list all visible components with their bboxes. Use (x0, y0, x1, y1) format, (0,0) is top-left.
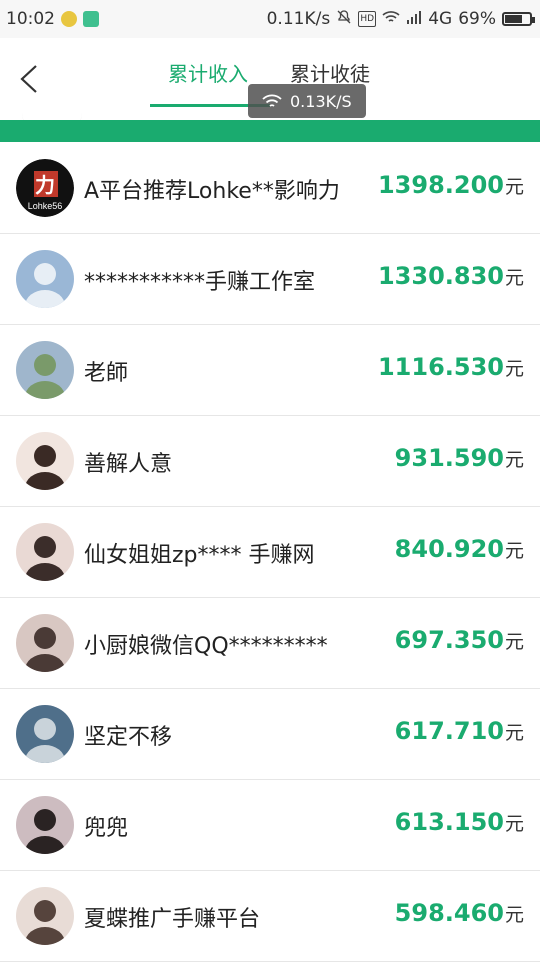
amount-unit: 元 (504, 813, 524, 835)
status-bar: 10:02 0.11K/s HD 4G 69% (0, 0, 540, 38)
speed-toast: 0.13K/S (248, 84, 366, 118)
avatar (16, 523, 74, 581)
user-name: 仙女姐姐zp**** 手赚网 (84, 543, 315, 568)
battery-fill (505, 15, 522, 23)
amount-value: 840.920 (394, 535, 504, 563)
amount-unit: 元 (504, 449, 524, 471)
user-name: 小厨娘微信QQ********* (84, 634, 328, 659)
list-item[interactable]: 小厨娘微信QQ********* 697.350 元 (0, 598, 540, 689)
wifi-icon (262, 94, 282, 107)
avatar (16, 887, 74, 945)
income-amount: 1116.530 元 (378, 353, 524, 381)
amount-value: 931.590 (394, 444, 504, 472)
income-amount: 931.590 元 (395, 444, 524, 472)
user-name: 夏蝶推广手赚平台 (84, 907, 261, 932)
list-item[interactable]: 兜兜 613.150 元 (0, 780, 540, 871)
avatar (16, 796, 74, 854)
income-amount: 840.920 元 (395, 535, 524, 563)
avatar (16, 614, 74, 672)
tab-total-apprentices[interactable]: 累计收徒 (290, 58, 370, 87)
amount-value: 613.150 (394, 808, 504, 836)
back-arrow-icon (20, 65, 37, 93)
back-button[interactable] (18, 64, 40, 94)
wifi-icon (382, 9, 400, 29)
header: 累计收入 累计收徒 0.13K/S (0, 38, 540, 120)
notification-app-icon (83, 11, 99, 27)
income-amount: 1398.200 元 (378, 171, 524, 199)
amount-value: 697.350 (394, 626, 504, 654)
amount-unit: 元 (504, 631, 524, 653)
avatar (16, 432, 74, 490)
user-name: A平台推荐Lohke**影响力 (84, 179, 340, 204)
notification-coin-icon (61, 11, 77, 27)
green-banner (0, 120, 540, 142)
list-item[interactable]: 善解人意 931.590 元 (0, 416, 540, 507)
avatar (16, 250, 74, 308)
network-type: 4G (428, 9, 453, 29)
amount-unit: 元 (504, 176, 524, 198)
amount-unit: 元 (504, 722, 524, 744)
income-amount: 598.460 元 (395, 899, 524, 927)
income-amount: 617.710 元 (395, 717, 524, 745)
user-name: ***********手赚工作室 (84, 270, 316, 295)
user-name: 老師 (84, 361, 129, 386)
avatar: 力 Lohke56 (16, 159, 74, 217)
signal-icon (406, 9, 422, 29)
battery-icon (502, 12, 535, 26)
mute-icon (336, 9, 352, 30)
list-item[interactable]: 仙女姐姐zp**** 手赚网 840.920 元 (0, 507, 540, 598)
list-item[interactable]: ***********手赚工作室 1330.830 元 (0, 234, 540, 325)
avatar (16, 705, 74, 763)
tab-total-income[interactable]: 累计收入 (168, 58, 248, 87)
amount-unit: 元 (504, 540, 524, 562)
ranking-list: 力 Lohke56 A平台推荐Lohke**影响力 1398.200 元 ********… (0, 143, 540, 962)
svg-text:力: 力 (35, 174, 55, 197)
user-name: 善解人意 (84, 452, 173, 477)
net-speed: 0.11K/s (266, 9, 331, 29)
clock: 10:02 (6, 9, 55, 29)
amount-value: 1330.830 (377, 262, 504, 290)
battery-percent: 69% (458, 9, 496, 29)
list-item[interactable]: 坚定不移 617.710 元 (0, 689, 540, 780)
amount-value: 617.710 (394, 717, 504, 745)
user-name: 兜兜 (84, 816, 129, 841)
speed-toast-text: 0.13K/S (290, 91, 352, 111)
amount-value: 1116.530 (377, 353, 504, 381)
user-name: 坚定不移 (84, 725, 173, 750)
income-amount: 1330.830 元 (378, 262, 524, 290)
list-item[interactable]: 老師 1116.530 元 (0, 325, 540, 416)
hd-icon: HD (358, 11, 377, 27)
amount-value: 598.460 (394, 899, 504, 927)
income-amount: 697.350 元 (395, 626, 524, 654)
amount-value: 1398.200 (377, 171, 504, 199)
amount-unit: 元 (504, 267, 524, 289)
list-item[interactable]: 夏蝶推广手赚平台 598.460 元 (0, 871, 540, 962)
amount-unit: 元 (504, 904, 524, 926)
income-amount: 613.150 元 (395, 808, 524, 836)
avatar (16, 341, 74, 399)
list-item[interactable]: 力 Lohke56 A平台推荐Lohke**影响力 1398.200 元 (0, 143, 540, 234)
amount-unit: 元 (504, 358, 524, 380)
svg-text:Lohke56: Lohke56 (28, 201, 63, 211)
